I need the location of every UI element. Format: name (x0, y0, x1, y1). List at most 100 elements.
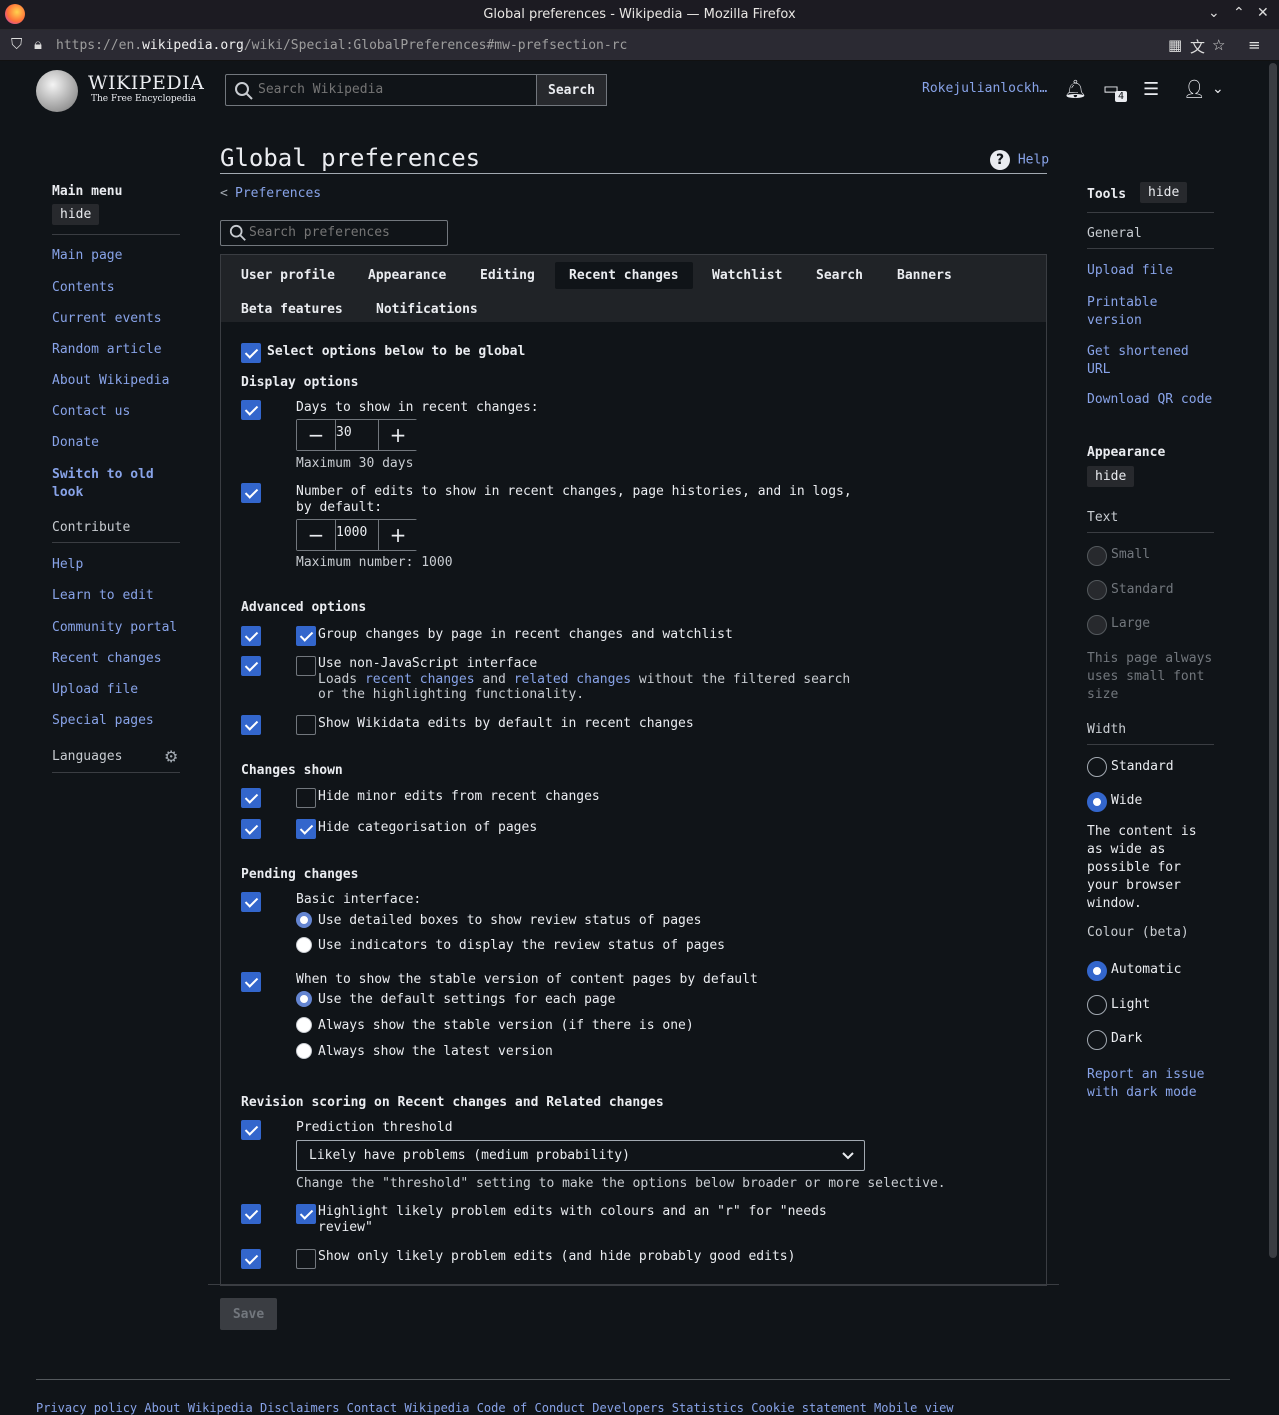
save-button[interactable]: Save (220, 1298, 277, 1330)
nav-learn-to-edit[interactable]: Learn to edit (52, 588, 154, 603)
global-basic-interface-checkbox[interactable] (241, 892, 261, 912)
translate-icon[interactable]: 文 (1190, 36, 1205, 57)
switch-old-look-link[interactable]: Switch to old look (52, 466, 162, 502)
tool-shortened-url[interactable]: Get shortened URL (1087, 343, 1197, 379)
stable-version-radio[interactable] (296, 1017, 312, 1033)
help-link-group[interactable]: ? Help (990, 150, 1049, 170)
hamburger-menu-icon[interactable]: ≡ (1248, 36, 1261, 54)
search-box[interactable] (225, 74, 537, 106)
text-small-radio[interactable] (1087, 546, 1107, 566)
tab-notifications[interactable]: Notifications (362, 296, 492, 323)
nav-main-page[interactable]: Main page (52, 248, 122, 263)
chevron-down-icon[interactable]: ⌄ (1212, 81, 1224, 97)
wikipedia-globe-logo[interactable] (36, 70, 78, 112)
only-problem-checkbox[interactable] (296, 1249, 316, 1269)
indicators-radio[interactable] (296, 937, 312, 953)
search-preferences-box[interactable] (220, 220, 448, 246)
highlight-checkbox[interactable] (296, 1204, 316, 1224)
global-nonjs-checkbox[interactable] (241, 656, 261, 676)
threshold-dropdown[interactable]: Likely have problems (medium probability… (296, 1140, 865, 1171)
hide-categorisation-checkbox[interactable] (296, 819, 316, 839)
tab-recent-changes[interactable]: Recent changes (555, 262, 693, 289)
nav-current-events[interactable]: Current events (52, 311, 162, 326)
global-wikidata-checkbox[interactable] (241, 715, 261, 735)
footer-links[interactable]: Privacy policy About Wikipedia Disclaime… (36, 1401, 954, 1415)
edits-value[interactable]: 1000 (335, 520, 379, 550)
lock-icon[interactable]: 🔒︎ (34, 35, 42, 53)
global-hide-minor-checkbox[interactable] (241, 788, 261, 808)
colour-dark-radio[interactable] (1087, 1030, 1107, 1050)
search-preferences-input[interactable] (249, 225, 439, 240)
nav-special-pages[interactable]: Special pages (52, 713, 154, 728)
tab-user-profile[interactable]: User profile (227, 262, 349, 289)
tool-upload-file[interactable]: Upload file (1087, 263, 1173, 278)
days-stepper[interactable]: − 30 + (296, 419, 417, 451)
dark-mode-issue-link[interactable]: Report an issue with dark mode (1087, 1066, 1212, 1102)
nav-about-wikipedia[interactable]: About Wikipedia (52, 373, 169, 388)
colour-automatic-radio[interactable] (1087, 961, 1107, 981)
global-edits-checkbox[interactable] (241, 483, 261, 503)
nav-donate[interactable]: Donate (52, 435, 99, 450)
global-stable-version-checkbox[interactable] (241, 972, 261, 992)
recent-changes-link[interactable]: recent changes (365, 672, 475, 687)
text-standard-radio[interactable] (1087, 580, 1107, 600)
nav-community-portal[interactable]: Community portal (52, 620, 177, 635)
global-threshold-checkbox[interactable] (241, 1120, 261, 1140)
chevron-down-icon[interactable]: ⌄ (1208, 5, 1220, 21)
default-settings-radio[interactable] (296, 991, 312, 1007)
user-icon[interactable]: 👤︎ (1183, 79, 1206, 100)
gear-icon[interactable]: ⚙ (164, 747, 178, 766)
tab-watchlist[interactable]: Watchlist (698, 262, 796, 289)
hide-minor-checkbox[interactable] (296, 788, 316, 808)
help-icon[interactable]: ? (990, 150, 1010, 170)
related-changes-link[interactable]: related changes (514, 672, 631, 687)
plus-icon[interactable]: + (379, 520, 417, 550)
group-changes-checkbox[interactable] (296, 626, 316, 646)
bookmark-star-icon[interactable]: ☆ (1212, 36, 1225, 54)
chevron-up-icon[interactable]: ⌃ (1233, 5, 1245, 21)
select-global-checkbox[interactable] (241, 343, 261, 363)
minus-icon[interactable]: − (297, 520, 335, 550)
global-only-problem-checkbox[interactable] (241, 1249, 261, 1269)
plus-icon[interactable]: + (379, 420, 417, 450)
colour-light-radio[interactable] (1087, 995, 1107, 1015)
help-link[interactable]: Help (1018, 153, 1049, 168)
search-input[interactable] (258, 82, 528, 97)
nav-help[interactable]: Help (52, 557, 83, 572)
nav-contact-us[interactable]: Contact us (52, 404, 130, 419)
watchlist-icon[interactable]: ☰ (1143, 79, 1159, 100)
nav-upload-file[interactable]: Upload file (52, 682, 138, 697)
bell-icon[interactable]: 🔔︎ (1064, 79, 1087, 100)
shield-icon[interactable]: ⛉ (11, 35, 22, 53)
wikidata-checkbox[interactable] (296, 715, 316, 735)
width-standard-radio[interactable] (1087, 757, 1107, 777)
global-group-checkbox[interactable] (241, 626, 261, 646)
tool-printable-version[interactable]: Printable version (1087, 294, 1197, 330)
nav-contents[interactable]: Contents (52, 280, 115, 295)
non-js-checkbox[interactable] (296, 656, 316, 676)
tools-hide-button[interactable]: hide (1140, 182, 1188, 203)
tool-download-qr[interactable]: Download QR code (1087, 392, 1212, 407)
wikipedia-wordmark[interactable]: WIKIPEDIA (88, 72, 204, 94)
preferences-back-link[interactable]: Preferences (235, 186, 321, 201)
nav-recent-changes[interactable]: Recent changes (52, 651, 162, 666)
tab-beta-features[interactable]: Beta features (227, 296, 357, 323)
close-icon[interactable]: ✕ (1257, 5, 1269, 21)
tab-appearance[interactable]: Appearance (354, 262, 460, 289)
qr-code-icon[interactable]: ▦ (1168, 36, 1182, 54)
tab-banners[interactable]: Banners (883, 262, 966, 289)
edits-stepper[interactable]: − 1000 + (296, 519, 417, 551)
text-large-radio[interactable] (1087, 615, 1107, 635)
tab-editing[interactable]: Editing (466, 262, 549, 289)
main-menu-hide-button[interactable]: hide (52, 204, 100, 225)
detailed-boxes-radio[interactable] (296, 912, 312, 928)
global-hide-categorisation-checkbox[interactable] (241, 819, 261, 839)
url-text[interactable]: https://en.wikipedia.org/wiki/Special:Gl… (56, 38, 627, 53)
global-days-checkbox[interactable] (241, 400, 261, 420)
latest-version-radio[interactable] (296, 1043, 312, 1059)
tab-search[interactable]: Search (802, 262, 877, 289)
global-highlight-checkbox[interactable] (241, 1204, 261, 1224)
address-bar[interactable]: ⛉ 🔒︎ https://en.wikipedia.org/wiki/Speci… (0, 30, 1279, 61)
search-button[interactable]: Search (536, 74, 607, 106)
scrollbar[interactable] (1269, 63, 1277, 1258)
